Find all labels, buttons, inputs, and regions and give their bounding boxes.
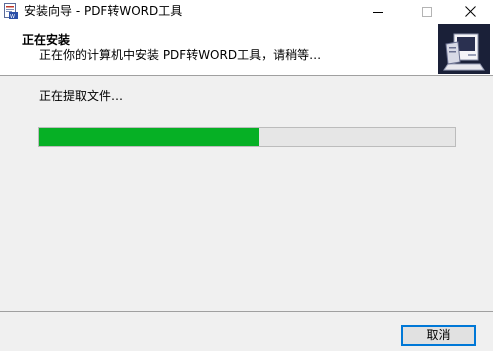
close-icon: [464, 6, 476, 17]
maximize-button[interactable]: [404, 0, 450, 23]
page-subtitle: 正在你的计算机中安装 PDF转WORD工具，请稍等…: [39, 48, 322, 62]
progress-fill: [39, 128, 260, 146]
minimize-icon: [373, 11, 383, 13]
close-button[interactable]: [447, 0, 493, 23]
footer-divider: [0, 311, 493, 312]
progress-bar: [38, 127, 456, 147]
installer-app-icon: W: [4, 3, 18, 19]
page-title: 正在安装: [22, 33, 71, 47]
svg-text:W: W: [10, 14, 15, 19]
maximize-icon: [422, 6, 432, 17]
window-title: 安装向导 - PDF转WORD工具: [24, 4, 183, 18]
title-bar[interactable]: W 安装向导 - PDF转WORD工具: [0, 0, 493, 23]
status-text: 正在提取文件…: [39, 89, 124, 103]
computer-install-logo: [438, 24, 490, 74]
wizard-header: 正在安装 正在你的计算机中安装 PDF转WORD工具，请稍等…: [0, 23, 493, 76]
minimize-button[interactable]: [355, 0, 401, 23]
cancel-button[interactable]: 取消: [401, 325, 476, 346]
